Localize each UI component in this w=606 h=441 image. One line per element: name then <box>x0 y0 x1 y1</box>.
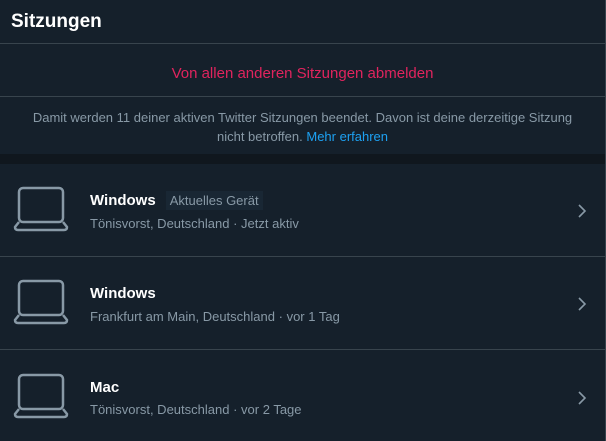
chevron-right-icon <box>578 204 587 218</box>
session-item-windows-frankfurt[interactable]: Windows Frankfurt am Main, Deutschland ·… <box>0 257 605 350</box>
session-location: Tönisvorst, Deutschland <box>90 215 230 231</box>
laptop-icon <box>13 373 69 418</box>
session-device-name: Mac <box>90 378 120 396</box>
section-divider <box>0 154 605 164</box>
session-details: Windows Aktuelles Gerät Tönisvorst, Deut… <box>90 190 605 231</box>
session-time: Jetzt aktiv <box>241 215 299 231</box>
learn-more-link[interactable]: Mehr erfahren <box>306 129 388 144</box>
session-time: vor 1 Tag <box>286 308 340 324</box>
logout-all-sessions-label: Von allen anderen Sitzungen abmelden <box>171 64 434 82</box>
separator: · <box>233 402 238 417</box>
sessions-page: Sitzungen Von allen anderen Sitzungen ab… <box>0 0 606 441</box>
chevron-right-icon <box>578 390 587 405</box>
chevron-right-icon <box>578 297 587 311</box>
session-details: Mac Tönisvorst, Deutschland · vor 2 Tage <box>90 376 605 418</box>
page-title: Sitzungen <box>11 10 102 32</box>
session-device-name: Windows <box>90 285 156 302</box>
page-header: Sitzungen <box>0 0 605 44</box>
session-item-mac[interactable]: Mac Tönisvorst, Deutschland · vor 2 Tage <box>0 350 605 441</box>
session-device-name: Windows <box>90 192 156 209</box>
separator: · <box>233 215 238 231</box>
logout-all-sessions-button[interactable]: Von allen anderen Sitzungen abmelden <box>0 44 605 97</box>
current-device-badge: Aktuelles Gerät <box>165 191 263 210</box>
sessions-info-text: Damit werden 11 deiner aktiven Twitter S… <box>32 110 573 144</box>
session-location: Frankfurt am Main, Deutschland <box>90 308 275 324</box>
separator: · <box>278 308 283 324</box>
sessions-info: Damit werden 11 deiner aktiven Twitter S… <box>0 97 605 154</box>
session-location: Tönisvorst, Deutschland <box>90 402 230 417</box>
session-details: Windows Frankfurt am Main, Deutschland ·… <box>90 283 605 324</box>
laptop-icon <box>13 279 69 325</box>
laptop-icon <box>13 186 69 232</box>
session-time: vor 2 Tage <box>241 402 302 417</box>
session-item-windows-current[interactable]: Windows Aktuelles Gerät Tönisvorst, Deut… <box>0 164 605 257</box>
